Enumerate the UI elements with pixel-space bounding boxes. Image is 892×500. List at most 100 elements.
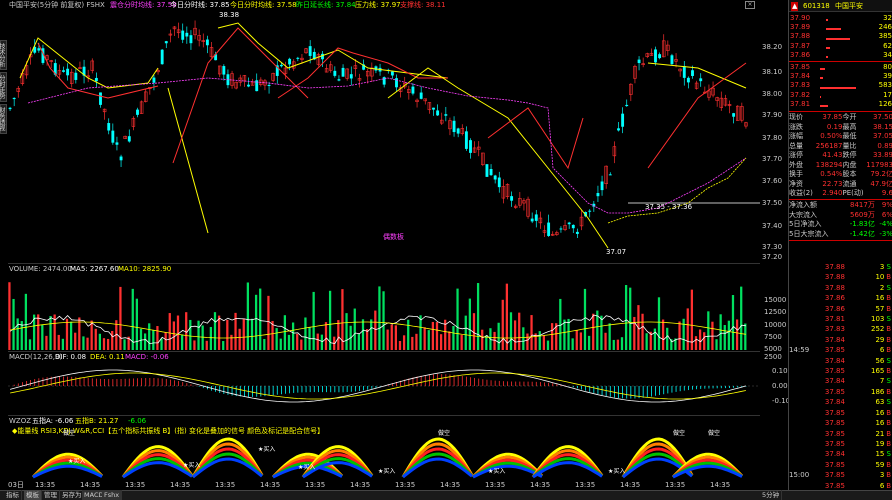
volume-bar <box>135 298 139 350</box>
candle-body <box>337 79 341 81</box>
volume-bar <box>735 319 739 350</box>
volume-bar <box>312 291 315 350</box>
volume-bar <box>518 312 521 350</box>
buy-marker: ★买入 <box>258 445 275 453</box>
volume-bar <box>345 313 348 350</box>
order-bar <box>825 51 868 60</box>
volume-bar <box>148 323 151 350</box>
quote-label: 外盘 <box>789 160 803 169</box>
tab-indicator[interactable]: 指标 <box>4 490 22 500</box>
side-tab-financial[interactable]: 财务透视 <box>0 104 7 134</box>
volume-bar <box>497 322 500 350</box>
tick-price: 37.85 <box>824 408 845 417</box>
volume-bar <box>715 339 718 350</box>
tab-template[interactable]: 模板 <box>24 490 42 500</box>
quote-label: 总量 <box>789 141 803 150</box>
trading-terminal: 技术分析 分时走势 财务透视 中国平安(5分钟 前复权) FSHX 震仓分时均线… <box>0 0 892 500</box>
order-book-row[interactable]: 37.83 583 <box>789 81 892 90</box>
macd-histogram <box>13 374 747 399</box>
tick-side: S <box>886 315 891 324</box>
volume-bar <box>180 334 184 350</box>
volume-bar <box>686 308 689 350</box>
volume-bar <box>423 327 426 350</box>
order-book-row[interactable]: 37.84 39 <box>789 72 892 81</box>
order-book-row[interactable]: 37.85 80 <box>789 63 892 72</box>
volume-bar <box>740 286 743 350</box>
order-qty: 583 <box>878 81 892 90</box>
side-tab-technical[interactable]: 技术分析 <box>0 40 7 70</box>
candle-body <box>588 210 592 212</box>
candle-body <box>456 128 460 134</box>
wz-chart[interactable]: ★买入 ★买入 ★买入 ★买入 ★买入 ★买入 ★买入 做空 做空 做空 做空 <box>8 425 760 481</box>
volume-bar <box>386 329 389 350</box>
quote-label: 净资 <box>789 179 803 188</box>
side-tab-intraday[interactable]: 分时走势 <box>0 72 7 102</box>
volume-bar <box>250 318 254 350</box>
tick-side: B <box>886 294 892 303</box>
tick-price: 37.86 <box>824 304 845 313</box>
order-book-row[interactable]: 37.89 246 <box>789 23 892 32</box>
flow-label: 5日大宗流入 <box>789 229 829 238</box>
candle-body <box>699 78 703 82</box>
volume-bar <box>226 319 229 350</box>
candle-body <box>279 64 283 67</box>
flow-pct: 6% <box>881 210 892 219</box>
tick-side: S <box>886 450 891 459</box>
volume-bar <box>242 318 245 350</box>
tick-volume: 3 <box>879 471 885 480</box>
candle-body <box>333 70 337 76</box>
volume-bar <box>592 313 595 350</box>
tick-price: 37.85 <box>824 387 845 396</box>
tick-time <box>789 429 825 439</box>
volume-bar <box>111 330 114 350</box>
volume-bar <box>324 322 328 350</box>
tick-price: 37.84 <box>824 377 845 386</box>
tab-manage[interactable]: 管理 <box>42 490 60 500</box>
volume-bar <box>378 286 381 350</box>
candle-body <box>349 74 353 79</box>
macd-chart[interactable] <box>8 360 760 414</box>
quote-row: 涨停 41.43 跌停 33.89 <box>789 151 892 161</box>
volume-bar <box>45 335 48 350</box>
volume-bar <box>579 332 583 350</box>
tick-volume: 3 <box>879 263 885 271</box>
stock-code: 601318 <box>803 2 830 10</box>
volume-bar <box>69 321 73 350</box>
price-chart[interactable] <box>8 8 760 260</box>
order-book-row[interactable]: 37.87 62 <box>789 42 892 51</box>
order-book-row[interactable]: 37.82 17 <box>789 91 892 100</box>
tick-row: 37.85 59 B <box>789 460 892 470</box>
candle-body <box>432 107 435 110</box>
quote-label: 换手 <box>789 170 803 178</box>
candle-body <box>107 123 111 131</box>
candle-body <box>547 222 551 236</box>
volume-bar <box>291 322 295 350</box>
divider <box>789 111 892 112</box>
tick-volume: 16 <box>875 419 885 428</box>
period-label[interactable]: 5分钟 <box>760 490 783 500</box>
order-book-row[interactable]: 37.81 126 <box>789 100 892 109</box>
order-book-row[interactable]: 37.90 32 <box>789 14 892 23</box>
quote-label: 收益(2) <box>789 189 813 197</box>
quote-label: 现价 <box>789 113 803 121</box>
tab-fshx[interactable]: Fshx <box>102 490 123 500</box>
volume-bar <box>283 315 287 350</box>
price-tick: 37.30 <box>762 243 783 251</box>
tick-volume: 10 <box>875 273 885 282</box>
volume-bar <box>74 332 77 350</box>
order-book-row[interactable]: 37.86 34 <box>789 51 892 60</box>
quote-value: 41.43 <box>822 151 843 159</box>
volume-bar <box>37 314 40 350</box>
order-book-row[interactable]: 37.88 385 <box>789 32 892 41</box>
candle-body <box>571 224 575 229</box>
tick-price: 37.84 <box>824 450 845 459</box>
time-tick: 14:35 <box>80 481 101 489</box>
tick-price: 37.83 <box>824 325 845 334</box>
tab-save-as[interactable]: 另存为 <box>60 490 85 500</box>
volume-bar <box>690 289 694 350</box>
time-tick: 14:35 <box>440 481 461 489</box>
volume-chart[interactable] <box>8 272 760 350</box>
volume-bar <box>678 321 681 350</box>
volume-bar <box>304 317 307 350</box>
order-price: 37.83 <box>790 81 811 90</box>
